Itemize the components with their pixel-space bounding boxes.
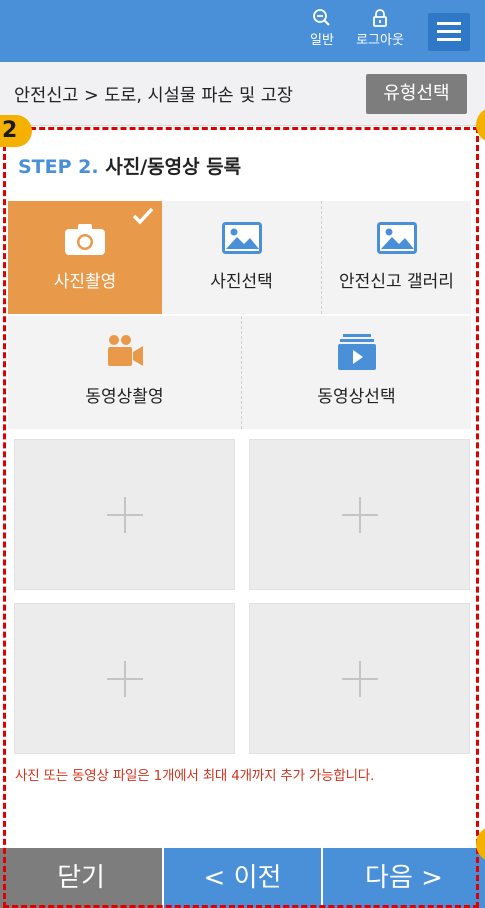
top-bar: 일반 로그아웃 bbox=[0, 0, 485, 62]
select-video-option[interactable]: 동영상선택 bbox=[241, 316, 471, 429]
logout-button[interactable]: 로그아웃 bbox=[350, 8, 410, 58]
close-button[interactable]: 닫기 bbox=[0, 848, 162, 908]
menu-button[interactable] bbox=[428, 13, 470, 51]
plus-icon bbox=[106, 660, 143, 697]
media-options-row: 동영상촬영 동영상선택 bbox=[8, 316, 471, 429]
image-icon bbox=[221, 222, 262, 254]
select-photo-label: 사진선택 bbox=[210, 272, 273, 292]
step-heading: 사진/동영상 등록 bbox=[105, 156, 242, 178]
record-video-option[interactable]: 동영상촬영 bbox=[8, 316, 241, 429]
zoom-button[interactable]: 일반 bbox=[292, 8, 352, 58]
zoom-label: 일반 bbox=[310, 33, 334, 48]
image-icon bbox=[376, 222, 417, 254]
type-select-button[interactable]: 유형선택 bbox=[366, 74, 467, 114]
select-video-label: 동영상선택 bbox=[317, 387, 396, 407]
lock-icon bbox=[373, 9, 387, 27]
bottom-bar: 닫기 < 이전 다음 > bbox=[0, 848, 485, 908]
camera-icon bbox=[65, 224, 105, 255]
plus-icon bbox=[341, 660, 378, 697]
video-camera-icon bbox=[107, 335, 143, 366]
upload-slot[interactable] bbox=[249, 603, 470, 754]
next-button[interactable]: 다음 > bbox=[323, 848, 485, 908]
take-photo-option[interactable]: 사진촬영 bbox=[8, 201, 162, 314]
hamburger-menu-icon bbox=[437, 22, 461, 25]
select-photo-option[interactable]: 사진선택 bbox=[162, 201, 321, 314]
media-options-row: 사진촬영 사진선택 안전신고 갤러리 bbox=[8, 201, 471, 314]
record-video-label: 동영상촬영 bbox=[85, 387, 164, 407]
video-file-icon bbox=[337, 334, 376, 370]
upload-slot[interactable] bbox=[249, 439, 470, 590]
plus-icon bbox=[106, 496, 143, 533]
breadcrumb-bar: 안전신고 > 도로, 시설물 파손 및 고장 유형선택 bbox=[0, 62, 485, 126]
step-badge: 2 bbox=[0, 115, 32, 147]
safety-gallery-label: 안전신고 갤러리 bbox=[339, 272, 454, 292]
previous-button[interactable]: < 이전 bbox=[164, 848, 321, 908]
take-photo-label: 사진촬영 bbox=[53, 272, 117, 292]
logout-label: 로그아웃 bbox=[356, 33, 404, 48]
breadcrumb: 안전신고 > 도로, 시설물 파손 및 고장 bbox=[14, 86, 294, 106]
step-number: STEP 2. bbox=[18, 156, 99, 178]
step-title: STEP 2. 사진/동영상 등록 bbox=[18, 152, 241, 179]
safety-gallery-option[interactable]: 안전신고 갤러리 bbox=[321, 201, 471, 314]
plus-icon bbox=[341, 496, 378, 533]
zoom-out-icon bbox=[313, 9, 330, 26]
upload-slot[interactable] bbox=[14, 603, 235, 754]
upload-notice: 사진 또는 동영상 파일은 1개에서 최대 4개까지 추가 가능합니다. bbox=[15, 768, 375, 784]
check-icon bbox=[132, 207, 154, 225]
upload-slot[interactable] bbox=[14, 439, 235, 590]
